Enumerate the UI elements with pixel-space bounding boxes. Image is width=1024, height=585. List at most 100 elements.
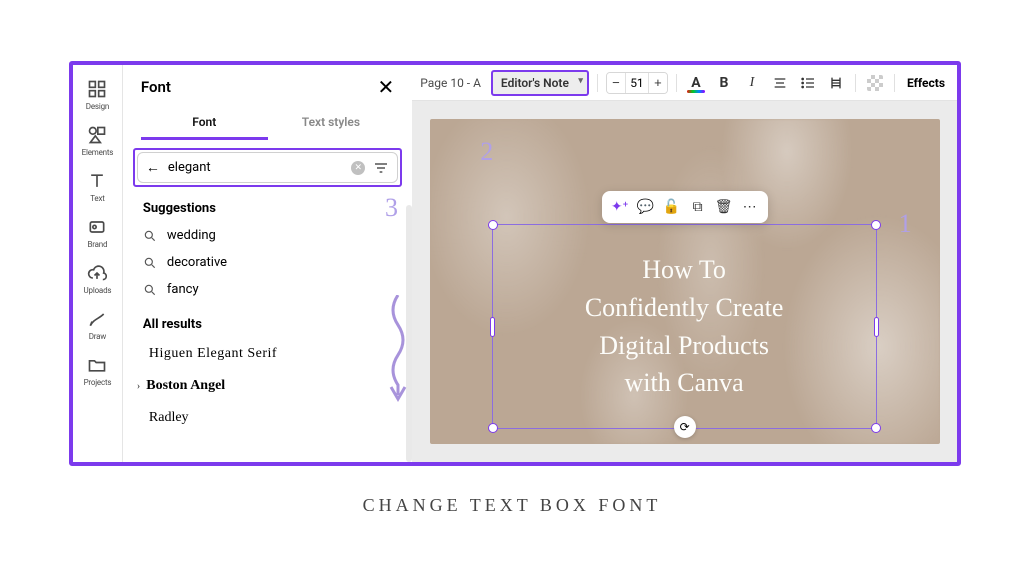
page-indicator[interactable]: Page 10 - A	[420, 76, 481, 90]
font-result[interactable]: Higuen Elegant Serif	[123, 338, 412, 370]
rail-uploads[interactable]: Uploads	[73, 257, 121, 299]
decrease-size[interactable]: −	[607, 72, 625, 94]
selected-text[interactable]: How To Confidently Create Digital Produc…	[493, 225, 876, 428]
suggestions-header: Suggestions	[123, 187, 412, 222]
text-line: with Canva	[625, 364, 744, 402]
panel-tabs: Font Text styles	[123, 107, 412, 140]
suggestion-item[interactable]: decorative	[123, 249, 412, 276]
results-header: All results	[123, 303, 412, 338]
lock-icon[interactable]: 🔓	[660, 195, 684, 219]
app-frame: Design Elements Text Brand Uploads Draw …	[69, 61, 961, 466]
canvas-area: Page 10 - A Editor's Note − 51 + A B I E…	[412, 65, 957, 462]
font-picker[interactable]: Editor's Note	[491, 70, 589, 96]
rail-elements[interactable]: Elements	[73, 119, 121, 161]
rail-label: Text	[90, 194, 104, 203]
annotation-1: 1	[899, 209, 912, 239]
panel-title: Font	[141, 78, 171, 96]
rail-label: Projects	[84, 378, 112, 387]
font-name: Radley	[149, 410, 189, 426]
resize-handle[interactable]	[871, 423, 881, 433]
rail-brand[interactable]: Brand	[73, 211, 121, 253]
rail-label: Draw	[89, 332, 106, 341]
close-icon[interactable]: ✕	[377, 77, 394, 97]
rotate-handle[interactable]: ⟳	[674, 416, 696, 438]
brand-icon	[87, 217, 107, 237]
floating-toolbar: ✦⁺ 💬 🔓 ⧉ 🗑 ⋯	[602, 191, 768, 223]
rail-text[interactable]: Text	[73, 165, 121, 207]
duplicate-icon[interactable]: ⧉	[686, 195, 710, 219]
transparency-button[interactable]	[864, 72, 886, 94]
text-color-button[interactable]: A	[685, 72, 707, 94]
text-line: Confidently Create	[585, 289, 784, 327]
separator	[855, 74, 856, 92]
rail-label: Uploads	[84, 286, 112, 295]
rail-label: Brand	[88, 240, 108, 249]
rail-label: Elements	[82, 148, 114, 157]
figure-caption: CHANGE TEXT BOX FONT	[0, 495, 1024, 516]
search-icon	[143, 256, 157, 270]
trash-icon[interactable]: 🗑	[712, 195, 736, 219]
font-size-value[interactable]: 51	[625, 72, 649, 94]
align-button[interactable]	[769, 72, 791, 94]
grid-icon	[87, 79, 107, 99]
rail-label: Design	[86, 102, 109, 111]
magic-icon[interactable]: ✦⁺	[608, 195, 632, 219]
resize-handle[interactable]	[488, 220, 498, 230]
text-icon	[87, 171, 107, 191]
resize-handle[interactable]	[871, 220, 881, 230]
suggestion-label: decorative	[167, 255, 227, 270]
suggestion-label: wedding	[167, 228, 216, 243]
resize-handle[interactable]	[488, 423, 498, 433]
text-toolbar: Page 10 - A Editor's Note − 51 + A B I E…	[412, 65, 957, 101]
text-line: Digital Products	[599, 327, 769, 365]
resize-handle[interactable]	[490, 317, 495, 337]
filter-icon[interactable]	[373, 160, 389, 176]
search-icon	[143, 229, 157, 243]
font-panel: Font ✕ Font Text styles ← ✕ Suggestions …	[123, 65, 412, 462]
comment-icon[interactable]: 💬	[634, 195, 658, 219]
text-line: How To	[642, 251, 726, 289]
rail-draw[interactable]: Draw	[73, 303, 121, 345]
suggestion-item[interactable]: fancy	[123, 276, 412, 303]
bold-button[interactable]: B	[713, 72, 735, 94]
search-highlight: ← ✕	[133, 148, 402, 187]
back-arrow-icon[interactable]: ←	[146, 159, 160, 176]
search-icon	[143, 283, 157, 297]
list-button[interactable]	[797, 72, 819, 94]
separator	[676, 74, 677, 92]
font-search[interactable]: ← ✕	[137, 152, 398, 183]
suggestion-label: fancy	[167, 282, 199, 297]
rail-projects[interactable]: Projects	[73, 349, 121, 391]
search-input[interactable]	[168, 160, 351, 175]
cloud-upload-icon	[87, 263, 107, 283]
font-result[interactable]: Radley	[123, 402, 412, 434]
font-size-stepper: − 51 +	[606, 72, 668, 94]
annotation-3: 3	[385, 193, 398, 223]
separator	[894, 74, 895, 92]
more-icon[interactable]: ⋯	[738, 195, 762, 219]
increase-size[interactable]: +	[649, 72, 667, 94]
folder-icon	[87, 355, 107, 375]
font-name: Higuen Elegant Serif	[149, 346, 277, 362]
clear-icon[interactable]: ✕	[351, 161, 365, 175]
design-artboard[interactable]: ✦⁺ 💬 🔓 ⧉ 🗑 ⋯ How To Confidently Create D…	[430, 119, 940, 444]
annotation-2: 2	[480, 137, 493, 167]
tab-text-styles[interactable]: Text styles	[268, 107, 395, 140]
squiggle-arrow-icon	[383, 295, 413, 405]
text-selection-box[interactable]: How To Confidently Create Digital Produc…	[492, 224, 877, 429]
rail-design[interactable]: Design	[73, 73, 121, 115]
font-result[interactable]: › Boston Angel	[123, 370, 412, 402]
chevron-right-icon: ›	[137, 381, 140, 392]
shapes-icon	[87, 125, 107, 145]
separator	[597, 74, 598, 92]
tab-font[interactable]: Font	[141, 107, 268, 140]
effects-button[interactable]: Effects	[903, 76, 949, 90]
canvas-body[interactable]: ✦⁺ 💬 🔓 ⧉ 🗑 ⋯ How To Confidently Create D…	[412, 101, 957, 462]
resize-handle[interactable]	[874, 317, 879, 337]
pencil-icon	[87, 309, 107, 329]
transparency-icon	[867, 75, 883, 91]
suggestion-item[interactable]: wedding	[123, 222, 412, 249]
font-name: Boston Angel	[146, 378, 225, 394]
italic-button[interactable]: I	[741, 72, 763, 94]
spacing-button[interactable]	[825, 72, 847, 94]
